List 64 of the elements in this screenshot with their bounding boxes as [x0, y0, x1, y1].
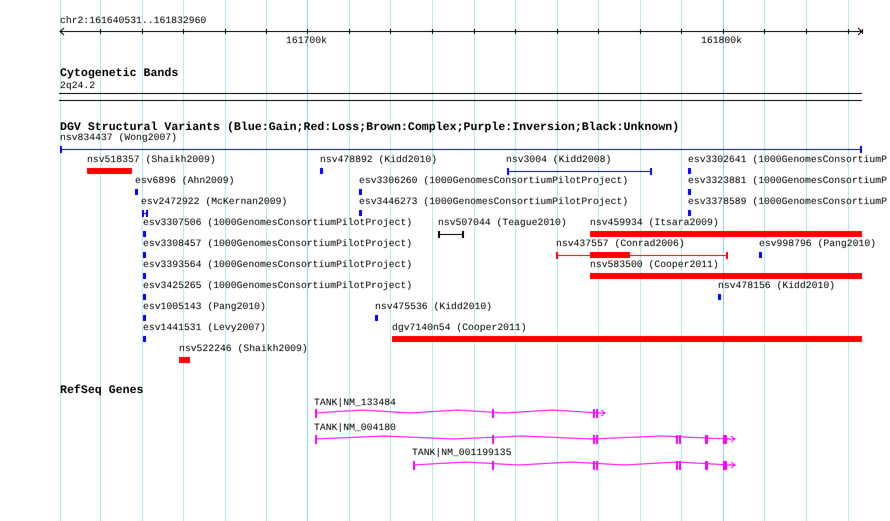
tick-label: 161800k [701, 35, 742, 47]
gene-label: TANK|NM_001199135 [412, 447, 512, 459]
variant-label: esv1441531 (Levy2007) [143, 322, 266, 334]
variant-label: esv1005143 (Pang2010) [143, 301, 266, 313]
track-title: RefSeq Genes [60, 384, 144, 397]
variant-bar[interactable] [359, 210, 362, 216]
variant-bar[interactable] [590, 231, 862, 237]
variant-label: dgv7140n54 (Cooper2011) [392, 322, 527, 334]
variant-label: esv3378589 (1000GenomesConsortiumP [688, 196, 887, 208]
gene-label: TANK|NM_004180 [314, 422, 396, 434]
variant-bar[interactable] [179, 357, 190, 363]
variant-label: esv998796 (Pang2010) [759, 238, 876, 250]
variant-bar[interactable] [87, 168, 132, 174]
variant-bar[interactable] [688, 210, 691, 216]
track-title: Cytogenetic Bands [60, 67, 178, 80]
variant-label: esv3306260 (1000GenomesConsortiumPilotProject) [359, 175, 628, 187]
variant-span[interactable] [60, 146, 862, 153]
variant-label: nsv522246 (Shaikh2009) [179, 343, 308, 355]
gene-model-drawing[interactable] [314, 409, 606, 418]
variant-span[interactable] [438, 231, 464, 238]
variant-bar[interactable] [143, 315, 146, 321]
variant-label: esv3308457 (1000GenomesConsortiumPilotProject) [143, 238, 412, 250]
variant-bar[interactable] [688, 189, 691, 195]
variant-label: esv3393564 (1000GenomesConsortiumPilotProject) [143, 259, 412, 271]
variant-bar[interactable] [590, 273, 862, 279]
variant-label: nsv3004 (Kidd2008) [506, 154, 612, 166]
variant-label: nsv478892 (Kidd2010) [320, 154, 438, 166]
variant-label: nsv583500 (Cooper2011) [590, 259, 719, 271]
gene-label: TANK|NM_133484 [314, 397, 396, 409]
variant-bar[interactable] [375, 315, 378, 321]
region-label: chr2:161640531..161832960 [60, 15, 206, 27]
variant-label: nsv507044 (Teague2010) [438, 217, 567, 229]
variant-bar[interactable] [392, 336, 862, 342]
variant-bar[interactable] [143, 231, 146, 237]
variant-label: nsv478156 (Kidd2010) [718, 280, 836, 292]
variant-label: nsv518357 (Shaikh2009) [87, 154, 216, 166]
variant-label: esv6896 (Ahn2009) [135, 175, 234, 187]
variant-bar[interactable] [718, 294, 721, 300]
variant-bar[interactable] [143, 336, 146, 342]
variant-bar[interactable] [688, 168, 691, 174]
variant-bar[interactable] [143, 273, 146, 279]
variant-label: esv3425265 (1000GenomesConsortiumPilotProject) [143, 280, 412, 292]
gene-model-drawing[interactable] [314, 435, 736, 444]
tick-label: 161700k [286, 35, 327, 47]
variant-label: esv3323881 (1000GenomesConsortiumP [688, 175, 887, 187]
variant-bar[interactable] [320, 168, 323, 174]
gene-model-drawing[interactable] [412, 461, 736, 470]
variant-bar[interactable] [143, 252, 146, 258]
variant-label: nsv437557 (Conrad2006) [556, 238, 685, 250]
variant-label: esv2472922 (McKernan2009) [141, 196, 288, 208]
track-title: DGV Structural Variants (Blue:Gain;Red:Loss;Brown:Complex;Purple:Inversion;Black:Unknown) [60, 121, 680, 134]
variant-label: nsv834437 (Wong2007) [60, 132, 178, 144]
variant-label: nsv475536 (Kidd2010) [375, 301, 492, 313]
variant-label: esv3307506 (1000GenomesConsortiumPilotProject) [143, 217, 412, 229]
variant-span[interactable] [507, 168, 652, 175]
variant-bar[interactable] [143, 294, 146, 300]
variant-label: nsv459934 (Itsara2009) [590, 217, 719, 229]
variant-span[interactable] [142, 210, 148, 217]
variant-bar[interactable] [135, 189, 138, 195]
variant-label: esv3302641 (1000GenomesConsortiumP [688, 154, 887, 166]
variant-bar[interactable] [359, 189, 362, 195]
variant-label: esv3446273 (1000GenomesConsortiumPilotProject) [359, 196, 628, 208]
band-label: 2q24.2 [60, 80, 96, 92]
variant-bar[interactable] [759, 252, 762, 258]
